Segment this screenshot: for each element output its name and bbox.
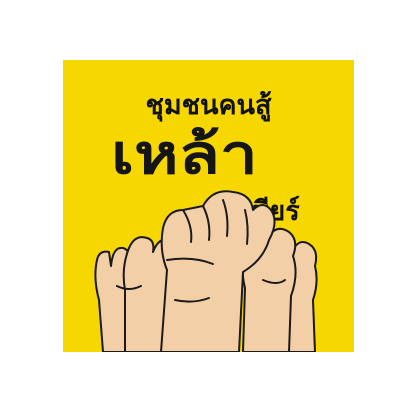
raised-fists-icon (94, 190, 318, 352)
poster: ชุมชนคนสู้ เหล้า เบียร์ (63, 60, 354, 352)
